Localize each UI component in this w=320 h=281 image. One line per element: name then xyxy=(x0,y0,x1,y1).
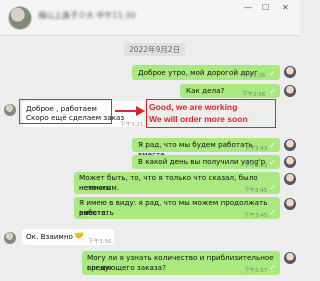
message-time-1: 下午2:56 xyxy=(242,92,266,98)
message-text-5-line2: неточным. xyxy=(79,183,120,192)
message-text-1: Как дела? xyxy=(186,86,225,95)
self-avatar xyxy=(284,66,296,78)
read-check-icon: ✓ xyxy=(269,87,276,96)
message-time-2: 下午3:21 xyxy=(120,122,144,128)
message-bubble-4[interactable]: В какой день вы получили yang'p 下午3:43 ✓ xyxy=(132,155,280,169)
message-bubble-3[interactable]: Я рад, что мы будем работать вместе 下午3:… xyxy=(132,138,280,159)
self-avatar xyxy=(284,252,296,264)
minimize-icon[interactable]: — xyxy=(244,3,252,12)
read-check-icon: ✓ xyxy=(269,158,276,167)
annotation-line-1: Good, we are working xyxy=(149,102,238,112)
message-text-8-line2: следующего заказа? xyxy=(87,263,166,272)
message-text-7: Ок. Взаимно xyxy=(26,232,73,241)
message-time-3: 下午3:43 xyxy=(244,146,268,152)
contact-avatar-small xyxy=(4,232,16,244)
self-avatar xyxy=(284,156,296,168)
message-bubble-5[interactable]: Может быть, то, что я только что сказал,… xyxy=(74,172,280,194)
read-check-icon: ✓ xyxy=(269,69,276,78)
message-text-6-line2: вместе. xyxy=(79,208,108,217)
message-bubble-7[interactable]: Ок. Взаимно 🤝 下午3:56 xyxy=(22,229,114,245)
message-time-4: 下午3:43 xyxy=(244,163,268,169)
read-check-icon: ✓ xyxy=(269,141,276,150)
chat-header: 福山上鑫子少大 中午11:30 — ☐ ✕ xyxy=(0,0,300,36)
self-avatar xyxy=(284,85,296,97)
message-time-7: 下午3:56 xyxy=(88,239,112,245)
read-check-icon: ✓ xyxy=(269,263,276,272)
message-time-5: 下午3:45 xyxy=(244,188,268,194)
handshake-emoji-icon: 🤝 xyxy=(74,231,84,240)
annotation-line-2: We will order more soon xyxy=(149,114,248,124)
message-time-8: 下午3:57 xyxy=(244,268,268,274)
message-bubble-6[interactable]: Я имею в виду: я рад, что мы можем продо… xyxy=(74,197,280,219)
annotation-arrow-icon xyxy=(115,106,145,116)
close-icon[interactable]: ✕ xyxy=(282,3,289,12)
message-text-0: Доброе утро, мой дорогой друг xyxy=(138,68,258,77)
self-avatar xyxy=(284,198,296,210)
self-avatar xyxy=(284,173,296,185)
self-avatar xyxy=(284,139,296,151)
annotation-box-left xyxy=(19,99,112,124)
contact-name: 福山上鑫子少大 中午11:30 xyxy=(38,11,136,20)
message-bubble-0[interactable]: Доброе утро, мой дорогой друг 下午2:26 ✓ xyxy=(132,65,280,80)
contact-avatar-small xyxy=(4,104,16,116)
date-divider: 2022年9月2日 xyxy=(124,43,186,56)
maximize-icon[interactable]: ☐ xyxy=(262,3,269,12)
read-check-icon: ✓ xyxy=(269,208,276,217)
contact-avatar[interactable] xyxy=(8,6,32,30)
message-time-6: 下午3:45 xyxy=(244,213,268,219)
read-check-icon: ✓ xyxy=(269,183,276,192)
message-time-0: 下午2:26 xyxy=(242,73,266,79)
message-bubble-1[interactable]: Как дела? 下午2:56 ✓ xyxy=(180,84,280,98)
message-bubble-8[interactable]: Могу ли я узнать количество и приблизите… xyxy=(82,251,280,275)
